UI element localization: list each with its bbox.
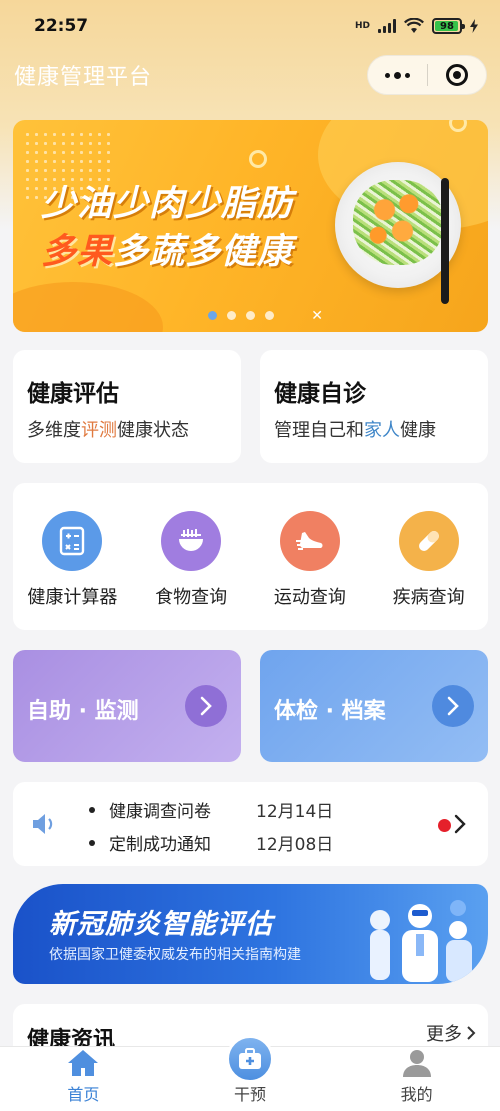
notice-title: 定制成功通知	[109, 835, 211, 855]
self-monitoring-card[interactable]: 自助 · 监测	[13, 650, 241, 762]
tab-label: 干预	[234, 1085, 267, 1104]
medical-staff-illustration	[370, 900, 472, 982]
speaker-icon	[31, 812, 57, 840]
salad-food-image	[353, 180, 443, 265]
notice-title: 健康调查问卷	[109, 802, 211, 822]
nav-bar: 健康管理平台	[0, 52, 500, 98]
tab-profile[interactable]: 我的	[333, 1047, 500, 1111]
banner-headline-accent: 多果	[41, 232, 114, 272]
news-more-link[interactable]: 更多	[426, 1020, 476, 1046]
tab-label: 首页	[67, 1085, 100, 1104]
pill-icon	[398, 511, 459, 571]
banner-headline-2: 多果多蔬多健康	[41, 223, 293, 274]
sparkle-icon: ✕	[311, 308, 323, 324]
covid-assessment-banner[interactable]: 新冠肺炎智能评估 依据国家卫健委权威发布的相关指南构建	[13, 884, 488, 984]
entry-subtitle: 多维度评测健康状态	[27, 420, 189, 441]
banner-pagination	[13, 311, 488, 320]
battery-level: 98	[440, 20, 454, 32]
tool-health-calculator[interactable]: 健康计算器	[13, 483, 132, 630]
tool-label: 食物查询	[155, 587, 228, 608]
calculator-icon	[42, 511, 103, 571]
promo-banner[interactable]: 少油少肉少脂肪 多果多蔬多健康 ✕	[13, 120, 488, 332]
entry-subtitle: 管理自己和家人健康	[274, 420, 436, 441]
tool-label: 疾病查询	[392, 587, 465, 608]
running-shoe-icon	[279, 511, 340, 571]
tab-intervention[interactable]: 干预	[167, 1035, 334, 1111]
food-bowl-icon	[161, 511, 222, 571]
close-mini-program-button[interactable]	[428, 56, 487, 94]
banner-decoration	[13, 282, 163, 332]
notice-date: 12月08日	[256, 835, 334, 855]
health-assessment-card[interactable]: 健康评估 多维度评测健康状态	[13, 350, 241, 463]
banner-headline-rest: 多蔬多健康	[113, 232, 294, 272]
tool-grid: 健康计算器 食物查询 运动查询 疾病查询	[13, 483, 488, 630]
tool-food-search[interactable]: 食物查询	[132, 483, 251, 630]
banner-pagination-dot[interactable]	[264, 311, 274, 320]
entry-title: 健康自诊	[274, 381, 366, 407]
hd-network-icon: HD	[354, 20, 370, 31]
tool-disease-search[interactable]: 疾病查询	[369, 483, 488, 630]
chevron-right-icon[interactable]	[454, 814, 466, 838]
tool-exercise-search[interactable]: 运动查询	[251, 483, 370, 630]
fork-image	[441, 178, 449, 304]
battery-icon: 98	[432, 18, 465, 34]
page-title: 健康管理平台	[14, 65, 153, 90]
tool-label: 健康计算器	[27, 587, 118, 608]
mini-program-capsule	[367, 55, 487, 95]
user-icon	[402, 1050, 431, 1077]
banner-pagination-dot[interactable]	[207, 311, 217, 320]
tab-label: 我的	[400, 1085, 433, 1104]
banner-pagination-dot[interactable]	[245, 311, 255, 320]
home-icon	[68, 1050, 99, 1076]
unread-dot	[438, 819, 451, 832]
charging-icon	[470, 19, 478, 33]
chevron-right-icon	[185, 685, 227, 727]
covid-subtitle: 依据国家卫健委权威发布的相关指南构建	[49, 947, 301, 963]
action-label: 体检 · 档案	[274, 699, 386, 724]
chevron-right-icon	[467, 1026, 476, 1040]
notice-date: 12月14日	[256, 802, 334, 822]
notice-item[interactable]: 健康调查问卷	[89, 797, 211, 822]
wifi-icon	[404, 18, 424, 34]
bullet	[89, 806, 95, 813]
entry-title: 健康评估	[27, 381, 119, 407]
bottom-tab-bar: 首页 干预 我的	[0, 1035, 500, 1111]
tab-home[interactable]: 首页	[0, 1047, 167, 1111]
target-icon	[445, 64, 468, 86]
notice-item[interactable]: 定制成功通知	[89, 830, 211, 855]
news-more-label: 更多	[426, 1024, 462, 1045]
signal-icon	[378, 19, 396, 33]
more-menu-button[interactable]	[368, 56, 427, 94]
banner-ring-decoration	[249, 150, 267, 168]
bullet	[89, 839, 95, 846]
covid-title: 新冠肺炎智能评估	[49, 909, 273, 940]
chevron-right-icon	[432, 685, 474, 727]
self-diagnosis-card[interactable]: 健康自诊 管理自己和家人健康	[260, 350, 488, 463]
banner-pagination-dot[interactable]	[226, 311, 236, 320]
status-time: 22:57	[34, 16, 89, 36]
tool-label: 运动查询	[273, 587, 346, 608]
action-label: 自助 · 监测	[27, 699, 139, 724]
banner-headline-1: 少油少肉少脂肪	[41, 184, 294, 224]
medical-kit-icon	[226, 1035, 274, 1083]
more-dots-icon	[384, 71, 410, 79]
notice-card[interactable]: 健康调查问卷 12月14日 定制成功通知 12月08日	[13, 782, 488, 866]
checkup-records-card[interactable]: 体检 · 档案	[260, 650, 488, 762]
status-indicators: HD 98	[355, 18, 478, 34]
status-bar: 22:57 HD 98	[0, 0, 500, 52]
